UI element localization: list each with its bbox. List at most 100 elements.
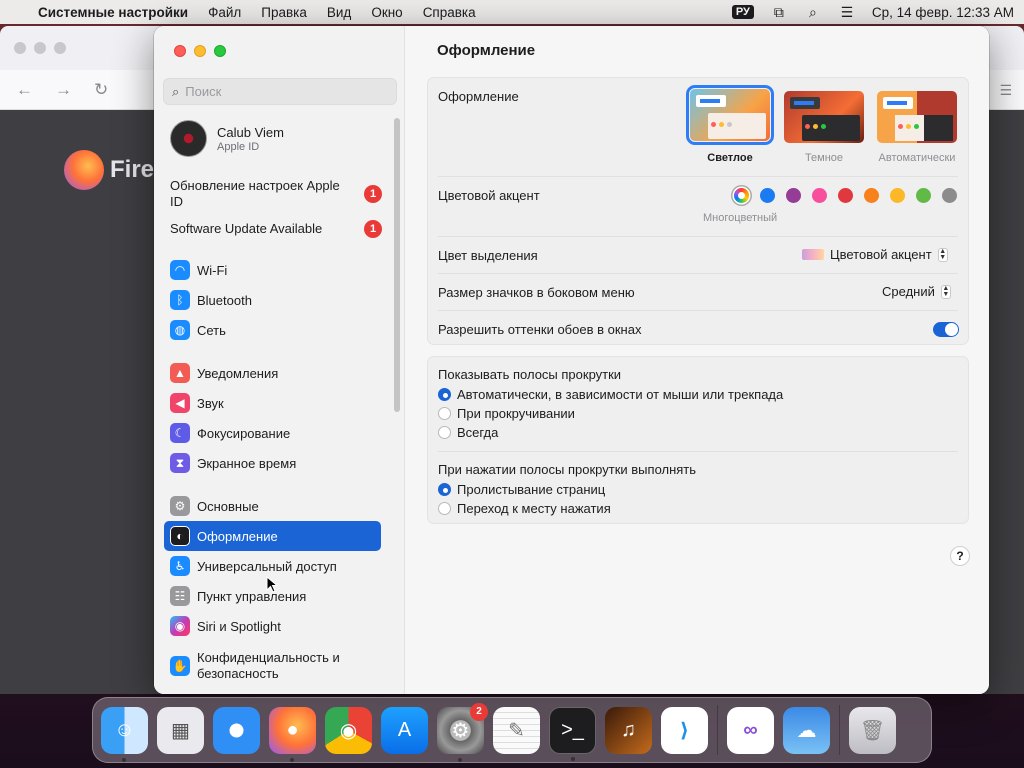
sidebar-item-label: Конфиденциальность и безопасность bbox=[197, 650, 340, 681]
sidebar-item-label: Bluetooth bbox=[197, 292, 252, 308]
sidebar-item-focus[interactable]: ☾ Фокусирование bbox=[164, 418, 381, 448]
accent-swatch[interactable] bbox=[838, 188, 853, 203]
accent-swatch[interactable] bbox=[942, 188, 957, 203]
accent-swatch[interactable] bbox=[812, 188, 827, 203]
chrome-icon[interactable]: ◉ bbox=[325, 706, 372, 754]
notice-software-update[interactable]: Software Update Available 1 bbox=[170, 220, 382, 238]
bell-icon: ▲ bbox=[170, 363, 190, 383]
sidebar-item-general[interactable]: ⚙ Основные bbox=[164, 491, 381, 521]
popup-chevron-icon: ▲ ▼ bbox=[940, 284, 951, 299]
apple-id-account[interactable]: Calub Viem Apple ID bbox=[170, 120, 284, 157]
sidebar-icon-size-popup[interactable]: Средний ▲ ▼ bbox=[882, 284, 951, 299]
vscode-icon[interactable]: ⟩ bbox=[661, 706, 708, 754]
notice-apple-id-update[interactable]: Обновление настроек Apple ID 1 bbox=[170, 178, 382, 210]
dock: ☺ ▦ ✧ ● ◉ A ⚙ 2 ✎ >_ ♫ ⟩ ∞ ☁ 🗑 bbox=[92, 697, 932, 763]
wallpaper-tint-toggle[interactable] bbox=[933, 322, 959, 337]
appearance-auto-option[interactable] bbox=[877, 91, 957, 143]
scrollbars-option-always[interactable]: Всегда bbox=[438, 425, 498, 440]
appearance-dark-option[interactable] bbox=[784, 91, 864, 143]
menu-file[interactable]: Файл bbox=[208, 5, 241, 20]
menu-help[interactable]: Справка bbox=[423, 5, 476, 20]
user-subtitle: Apple ID bbox=[217, 140, 260, 153]
scroll-click-option-page[interactable]: Пролистывание страниц bbox=[438, 482, 605, 497]
sidebar-item-bluetooth[interactable]: ᛒ Bluetooth bbox=[164, 285, 381, 315]
sidebar-item-appearance[interactable]: ◐ Оформление bbox=[164, 521, 381, 551]
weather-icon[interactable]: ☁ bbox=[783, 706, 830, 754]
launchpad-icon[interactable]: ▦ bbox=[157, 706, 204, 754]
sidebar-item-label: Звук bbox=[197, 395, 224, 411]
browser-close-dot bbox=[14, 42, 26, 54]
windows-icon[interactable]: ⧉ bbox=[770, 4, 788, 20]
app-store-icon[interactable]: A bbox=[381, 706, 428, 754]
safari-icon[interactable]: ✧ bbox=[213, 706, 260, 754]
textedit-icon[interactable]: ✎ bbox=[493, 706, 540, 754]
mouse-cursor-icon bbox=[266, 576, 278, 593]
appearance-light-option[interactable] bbox=[686, 85, 774, 145]
reload-icon[interactable]: ↻ bbox=[94, 80, 108, 100]
input-source-indicator[interactable]: РУ bbox=[731, 5, 754, 19]
radio-button[interactable] bbox=[438, 407, 451, 420]
radio-button[interactable] bbox=[438, 388, 451, 401]
appearance-icon: ◐ bbox=[170, 526, 190, 546]
sidebar-item-notifications[interactable]: ▲ Уведомления bbox=[164, 358, 381, 388]
sidebar-item-wifi[interactable]: ◠ Wi-Fi bbox=[164, 255, 381, 285]
search-icon[interactable]: ⌕ bbox=[804, 4, 822, 20]
visual-studio-icon[interactable]: ∞ bbox=[727, 706, 774, 754]
back-arrow-icon[interactable]: ← bbox=[16, 80, 33, 100]
accent-swatch[interactable] bbox=[864, 188, 879, 203]
scroll-click-option-spot[interactable]: Переход к месту нажатия bbox=[438, 501, 611, 516]
divider bbox=[438, 176, 958, 177]
zoom-button[interactable] bbox=[214, 45, 226, 57]
firefox-icon[interactable]: ● bbox=[269, 706, 316, 762]
menu-edit[interactable]: Правка bbox=[261, 5, 307, 20]
system-settings-icon[interactable]: ⚙ 2 bbox=[437, 702, 488, 762]
accent-swatch-multicolor[interactable] bbox=[734, 188, 749, 203]
sidebar-item-siri-spotlight[interactable]: ◉ Siri и Spotlight bbox=[164, 611, 381, 641]
garageband-icon[interactable]: ♫ bbox=[605, 706, 652, 754]
menu-view[interactable]: Вид bbox=[327, 5, 351, 20]
user-name: Calub Viem bbox=[217, 124, 284, 140]
search-field[interactable]: ⌕ bbox=[163, 78, 397, 105]
sidebar-item-label: Wi-Fi bbox=[197, 262, 228, 278]
sidebar-item-label: Сеть bbox=[197, 322, 226, 338]
sidebar-item-label: Оформление bbox=[197, 528, 278, 544]
terminal-icon[interactable]: >_ bbox=[549, 706, 596, 761]
moon-icon: ☾ bbox=[170, 423, 190, 443]
menu-app-name[interactable]: Системные настройки bbox=[38, 5, 188, 20]
sidebar-item-label: Фокусирование bbox=[197, 425, 291, 441]
light-window-preview-2 bbox=[708, 113, 766, 139]
clock[interactable]: Ср, 14 февр. 12:33 AM bbox=[872, 5, 1014, 20]
forward-arrow-icon[interactable]: → bbox=[55, 80, 72, 100]
preview-dot-green bbox=[914, 124, 919, 129]
accent-swatch[interactable] bbox=[786, 188, 801, 203]
radio-label: Всегда bbox=[457, 425, 499, 440]
control-center-icon[interactable]: ☰ bbox=[838, 4, 856, 20]
running-indicator bbox=[122, 757, 126, 762]
sidebar-icon-size-value: Средний bbox=[882, 284, 935, 299]
accent-swatch[interactable] bbox=[890, 188, 905, 203]
scrollbars-option-scrolling[interactable]: При прокручивании bbox=[438, 406, 575, 421]
sidebar-item-screen-time[interactable]: ⧗ Экранное время bbox=[164, 448, 381, 478]
highlight-color-popup[interactable]: Цветовой акцент ▲ ▼ bbox=[802, 247, 948, 262]
search-input[interactable] bbox=[185, 84, 376, 99]
hamburger-menu-icon[interactable]: ☰ bbox=[999, 82, 1012, 99]
sidebar-item-label: Пункт управления bbox=[197, 588, 307, 604]
accent-swatch[interactable] bbox=[916, 188, 931, 203]
menu-window[interactable]: Окно bbox=[371, 5, 402, 20]
radio-button[interactable] bbox=[438, 483, 451, 496]
accent-swatch[interactable] bbox=[760, 188, 775, 203]
sidebar-scrollbar[interactable] bbox=[394, 118, 400, 412]
trash-icon[interactable]: 🗑 bbox=[849, 706, 896, 754]
sidebar-item-sound[interactable]: ◀ Звук bbox=[164, 388, 381, 418]
scrollbars-option-auto[interactable]: Автоматически, в зависимости от мыши или… bbox=[438, 387, 783, 402]
help-button[interactable]: ? bbox=[950, 546, 970, 566]
finder-icon[interactable]: ☺ bbox=[101, 706, 148, 762]
sidebar-item-privacy-security[interactable]: ✋ Конфиденциальность и безопасность bbox=[164, 648, 381, 684]
page-title: Оформление bbox=[437, 42, 536, 59]
radio-button[interactable] bbox=[438, 426, 451, 439]
minimize-button[interactable] bbox=[194, 45, 206, 57]
radio-button[interactable] bbox=[438, 502, 451, 515]
close-button[interactable] bbox=[174, 45, 186, 57]
sidebar-item-network[interactable]: ◍ Сеть bbox=[164, 315, 381, 345]
gear-icon: ⚙ bbox=[170, 496, 190, 516]
